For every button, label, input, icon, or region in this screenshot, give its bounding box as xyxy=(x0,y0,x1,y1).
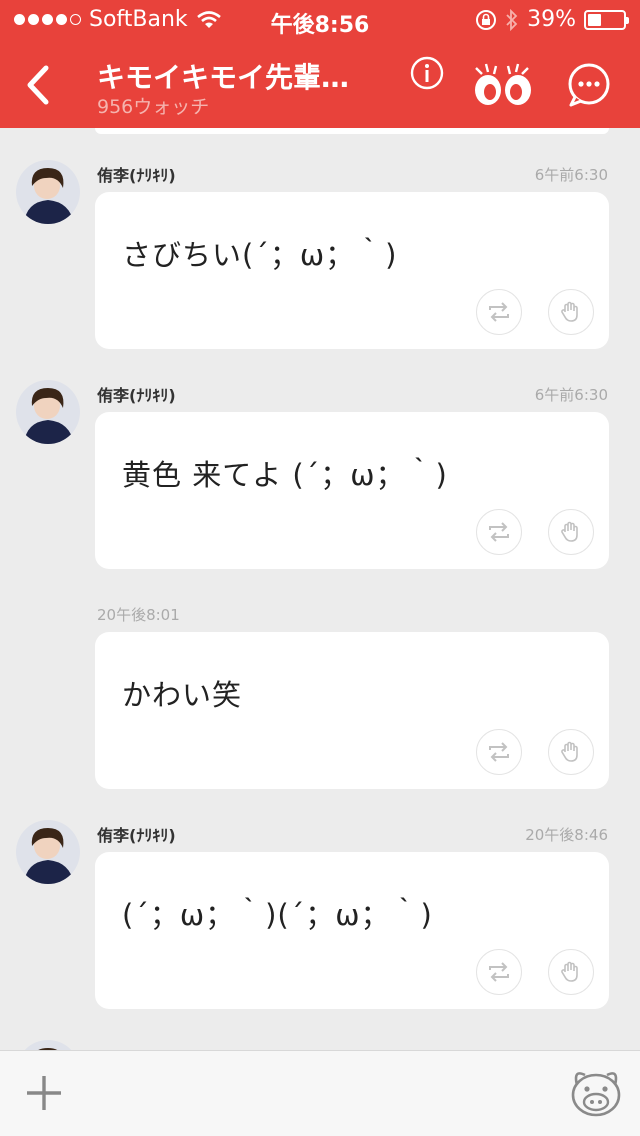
battery-icon xyxy=(584,9,629,30)
repost-button[interactable] xyxy=(476,949,522,995)
rotation-lock-icon xyxy=(476,9,497,30)
cheer-button[interactable] xyxy=(548,509,594,555)
message-text: (´；ω；｀)(´；ω；｀) xyxy=(122,898,433,932)
repost-icon xyxy=(489,522,509,542)
repost-button[interactable] xyxy=(476,289,522,335)
status-bar: SoftBank 午後8:56 39% xyxy=(0,0,640,40)
avatar[interactable] xyxy=(16,160,80,224)
hand-icon xyxy=(561,521,578,542)
message-text: さびちい(´；ω；｀) xyxy=(122,238,398,272)
previous-bubble-edge xyxy=(95,128,609,134)
cheer-button[interactable] xyxy=(548,729,594,775)
repost-button[interactable] xyxy=(476,509,522,555)
own-timestamp: 20午後8:01 xyxy=(97,606,180,624)
hand-icon xyxy=(561,741,578,762)
watch-count: 956ウォッチ xyxy=(97,96,210,118)
message-bubble[interactable]: 黄色 来てよ (´；ω；｀) xyxy=(95,412,609,569)
info-icon[interactable] xyxy=(410,56,444,90)
message-bubble[interactable]: さびちい(´；ω；｀) xyxy=(95,192,609,349)
author-name[interactable]: 侑李(ﾅﾘｷﾘ) xyxy=(97,822,176,846)
bluetooth-icon xyxy=(506,8,518,31)
cheer-button[interactable] xyxy=(548,289,594,335)
timestamp: 6午前6:30 xyxy=(534,166,608,184)
message-text: かわい笑 xyxy=(122,678,243,712)
page-title[interactable]: キモイキモイ先輩… xyxy=(97,56,349,96)
plus-icon[interactable] xyxy=(25,1074,63,1112)
repost-button[interactable] xyxy=(476,729,522,775)
repost-icon xyxy=(489,742,509,762)
repost-icon xyxy=(489,302,509,322)
hand-icon xyxy=(561,961,578,982)
timestamp: 6午前6:30 xyxy=(534,386,608,404)
eyes-icon[interactable] xyxy=(472,60,534,108)
message-bubble[interactable]: かわい笑 xyxy=(95,632,609,789)
hand-icon xyxy=(561,301,578,322)
chat-bubble-icon[interactable] xyxy=(565,62,613,108)
mascot-face-icon[interactable] xyxy=(569,1067,623,1119)
back-chevron-icon[interactable] xyxy=(20,60,60,110)
message-feed[interactable]: 侑李(ﾅﾘｷﾘ) 6午前6:30 さびちい(´；ω；｀) 侑李(ﾅﾘｷﾘ) 6午… xyxy=(0,128,640,1050)
author-name[interactable]: 侑李(ﾅﾘｷﾘ) xyxy=(97,162,176,186)
battery-percent: 39% xyxy=(527,7,576,32)
cheer-button[interactable] xyxy=(548,949,594,995)
avatar[interactable] xyxy=(16,820,80,884)
repost-icon xyxy=(489,962,509,982)
timestamp: 20午後8:46 xyxy=(525,826,608,844)
app-header: SoftBank 午後8:56 39% キモイキモイ先輩… 956ウォッチ xyxy=(0,0,640,128)
author-name[interactable]: 侑李(ﾅﾘｷﾘ) xyxy=(97,382,176,406)
avatar[interactable] xyxy=(16,380,80,444)
message-bubble[interactable]: (´；ω；｀)(´；ω；｀) xyxy=(95,852,609,1009)
message-text: 黄色 来てよ (´；ω；｀) xyxy=(122,458,448,492)
avatar[interactable] xyxy=(16,1040,80,1050)
compose-bar xyxy=(0,1050,640,1136)
